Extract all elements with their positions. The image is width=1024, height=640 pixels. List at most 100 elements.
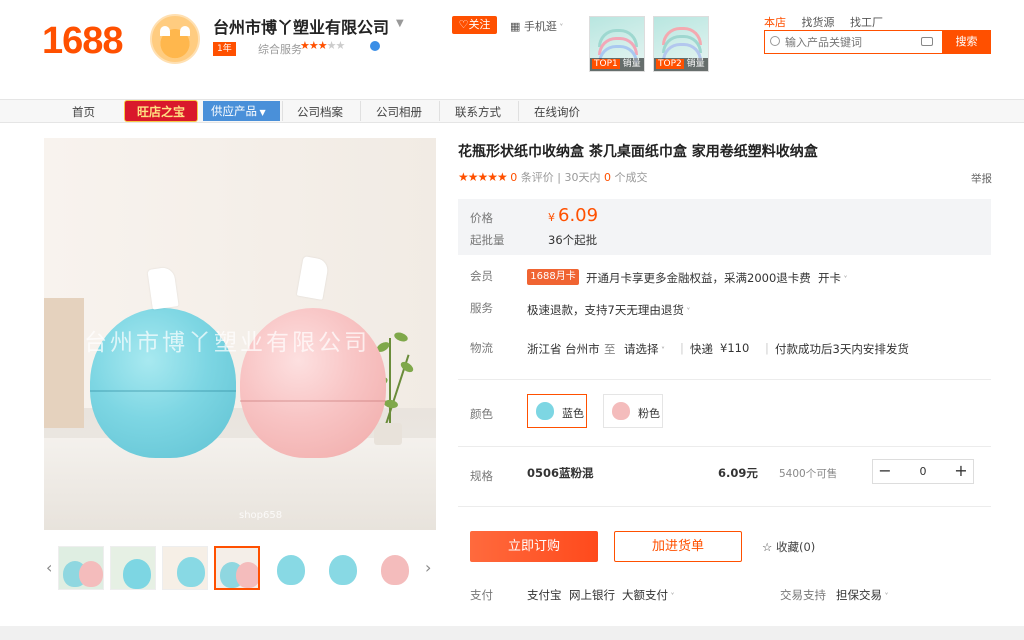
top-label: 销量 [686,59,705,69]
top-product-2[interactable]: TOP2 销量 [653,16,709,72]
search-input[interactable] [765,31,905,53]
company-name[interactable]: 台州市博丫塑业有限公司 [213,14,389,38]
top-rank-badge: TOP1 [592,59,620,69]
year-badge: 1年 [213,42,236,56]
favorite-button[interactable]: ☆ 收藏(0) [762,539,815,555]
logistics-label: 物流 [470,341,493,355]
footer-band [0,626,1024,640]
search-tabs: 本店 找货源 找工厂 [764,14,895,30]
thumbnail[interactable] [266,546,312,590]
to-label: 至 [604,342,616,356]
camera-icon[interactable] [921,37,933,46]
month-card-badge: 1688月卡 [527,269,579,285]
trade-support[interactable]: 担保交易 ˅ [836,587,889,603]
currency: ¥ [548,211,555,224]
report-link[interactable]: 举报 [971,171,992,186]
spec-price: 6.09元 [718,466,758,480]
image-watermark-url: shop658 [239,510,283,521]
search-tab-shop[interactable]: 本店 [764,16,786,29]
favorite-label: 收藏(0) [775,540,816,554]
chevron-down-icon: ˅ [556,23,564,32]
minus-button[interactable]: − [873,460,897,483]
company-avatar[interactable] [150,14,200,64]
chevron-down-icon: ˅ [841,275,848,284]
plus-button[interactable]: + [949,460,973,483]
reviews-count[interactable]: 0 [510,171,517,184]
deals-label: 个成交 [614,171,648,184]
thumb-prev-arrow[interactable]: ‹ [46,558,52,577]
ship-text: 付款成功后3天内安排发货 [775,342,909,356]
order-now-button[interactable]: 立即订购 [470,531,598,562]
price-panel [458,199,991,255]
thumbnail[interactable] [318,546,364,590]
nav-products-label: 供应产品 [211,104,257,118]
color-name: 粉色 [638,407,660,420]
site-logo[interactable]: 1688 [42,20,124,63]
mobile-label: 手机逛 [523,20,557,33]
thumbnail[interactable] [370,546,416,590]
follow-button[interactable]: ♡关注 [452,16,497,34]
color-option-blue[interactable]: 蓝色 [527,394,587,428]
pay-large[interactable]: 大额支付 ˅ [622,587,675,603]
thumbnail[interactable] [162,546,208,590]
thumbnail-active[interactable] [214,546,260,590]
heart-icon: ♡ [458,18,469,31]
moq-value: 36个起批 [548,233,598,247]
trade-label: 交易支持 [780,588,826,602]
chevron-down-icon: ˅ [658,346,666,355]
add-to-cart-button[interactable]: 加进货单 [614,531,742,562]
nav-products[interactable]: 供应产品 ▼ [203,101,280,121]
nav-shopbao[interactable]: 旺店之宝 [124,100,198,122]
section-divider [458,446,991,447]
rating-stars: ★★★★★ [458,170,508,184]
section-divider [458,506,991,507]
ship-from: 浙江省 台州市 [527,342,600,356]
chevron-down-icon[interactable]: ▼ [396,18,404,29]
nav-divider [439,101,440,121]
search-box [764,30,944,54]
chevron-down-icon: ˅ [668,592,675,601]
color-option-pink[interactable]: 粉色 [603,394,663,428]
section-divider [458,379,991,380]
nav-divider [360,101,361,121]
nav-divider [282,101,283,121]
member-text: 开通月卡享更多金融权益，采满2000退卡费 [586,271,811,285]
pay-large-label: 大额支付 [622,588,668,602]
thumbnail[interactable] [58,546,104,590]
color-name: 蓝色 [562,407,584,420]
top-product-1[interactable]: TOP1 销量 [589,16,645,72]
quantity-input[interactable]: 0 [897,460,949,483]
thumbnail[interactable] [110,546,156,590]
mobile-link[interactable]: ▦ 手机逛 ˅ [510,18,563,34]
search-icon [770,36,780,46]
nav-inquiry[interactable]: 在线询价 [534,104,580,120]
destination-value: 请选择 [624,342,659,356]
chevron-down-icon: ▼ [257,108,266,117]
member-label: 会员 [470,269,493,283]
moq-label: 起批量 [470,233,505,247]
deals-count: 0 [604,171,611,184]
search-tab-source[interactable]: 找货源 [802,16,835,29]
chevron-down-icon: ˅ [683,307,691,316]
follow-label: 关注 [468,18,491,31]
nav-profile[interactable]: 公司档案 [297,104,343,120]
image-watermark: 台州市博丫塑业有限公司 [84,330,370,356]
nav-home[interactable]: 首页 [72,104,95,120]
pay-label: 支付 [470,588,493,602]
open-card-link[interactable]: 开卡 ˅ [818,270,848,286]
nav-contact[interactable]: 联系方式 [455,104,501,120]
search-tab-factory[interactable]: 找工厂 [850,16,883,29]
nav-album[interactable]: 公司相册 [376,104,422,120]
search-button[interactable]: 搜索 [942,30,991,54]
quantity-stepper: − 0 + [872,459,974,484]
qr-icon: ▦ [510,20,524,33]
service-text: 极速退款，支持7天无理由退货 [527,303,684,317]
destination-select[interactable]: 请选择 ˅ [624,341,665,357]
thumb-next-arrow[interactable]: › [425,558,431,577]
express-fee: ¥110 [720,341,750,355]
top-label: 销量 [622,59,641,69]
main-product-image[interactable]: 台州市博丫塑业有限公司 shop658 [44,138,436,530]
service-rating-stars: ★★★★★ [300,39,345,52]
pay-alipay: 支付宝 [527,588,562,602]
service-link[interactable]: 极速退款，支持7天无理由退货 ˅ [527,302,690,318]
